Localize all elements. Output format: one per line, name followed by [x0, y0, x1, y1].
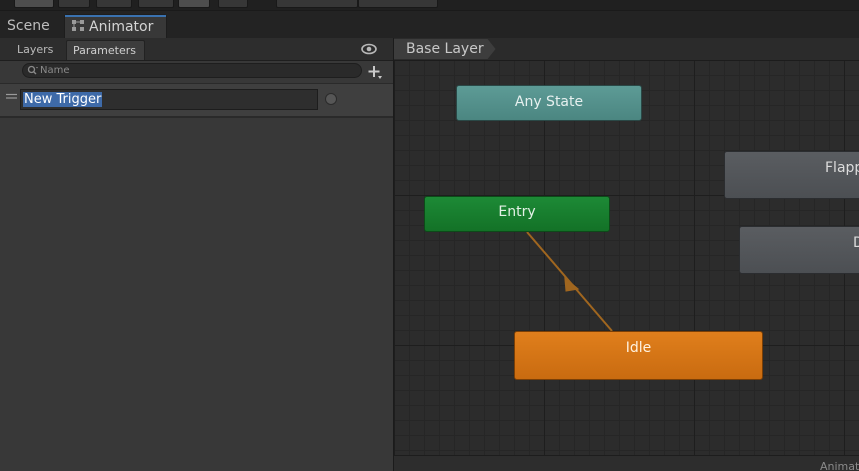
tab-layers-label: Layers [17, 43, 54, 56]
parameters-panel: Layers Parameters New Trigger [0, 38, 394, 471]
window-tab-strip: Scene Animator [0, 10, 859, 39]
drag-handle-icon[interactable] [6, 93, 17, 100]
toolbar-button[interactable] [58, 0, 90, 8]
tab-layers[interactable]: Layers [11, 40, 64, 60]
state-entry[interactable]: Entry [424, 196, 610, 232]
state-idle[interactable]: Idle [514, 331, 763, 380]
parameter-name-text: New Trigger [23, 92, 103, 107]
state-d-label: D [853, 235, 859, 251]
trigger-toggle[interactable] [325, 93, 337, 105]
tab-animator-label: Animator [89, 19, 154, 35]
parameter-row[interactable]: New Trigger [0, 83, 393, 117]
state-entry-label: Entry [498, 204, 536, 220]
parameter-name-field[interactable]: New Trigger [20, 89, 318, 110]
state-any-state[interactable]: Any State [456, 85, 642, 121]
tab-animator[interactable]: Animator [64, 14, 167, 38]
top-toolbar [0, 0, 859, 10]
eye-icon[interactable] [361, 42, 377, 56]
tab-scene[interactable]: Scene [1, 14, 56, 38]
toolbar-button[interactable] [276, 0, 358, 8]
toolbar-button[interactable] [138, 0, 174, 8]
state-any-state-label: Any State [514, 94, 584, 110]
toolbar-button[interactable] [178, 0, 210, 8]
tab-parameters-label: Parameters [73, 44, 136, 57]
animator-icon [72, 20, 84, 31]
search-icon [27, 65, 38, 75]
panel-tabs: Layers Parameters [0, 38, 393, 61]
tab-selected-indicator [65, 15, 166, 17]
search-row [0, 60, 393, 82]
graph-status-bar: Animat [394, 455, 859, 471]
status-label: Animat [820, 460, 859, 471]
search-box[interactable] [22, 63, 362, 78]
tab-parameters[interactable]: Parameters [66, 40, 145, 60]
state-flap[interactable]: Flapp [724, 151, 859, 199]
tab-scene-label: Scene [7, 18, 50, 34]
divider [0, 117, 393, 118]
toolbar-button[interactable] [218, 0, 248, 8]
add-parameter-button[interactable] [366, 63, 384, 81]
search-input[interactable] [40, 64, 340, 77]
animator-graph[interactable]: Base Layer Any State Entry Idle Flapp D … [394, 38, 859, 471]
toolbar-button[interactable] [96, 0, 132, 8]
state-flap-label: Flapp [825, 160, 859, 176]
state-d[interactable]: D [739, 226, 859, 274]
state-idle-label: Idle [625, 340, 652, 356]
toolbar-button[interactable] [358, 0, 438, 8]
toolbar-button[interactable] [14, 0, 54, 8]
